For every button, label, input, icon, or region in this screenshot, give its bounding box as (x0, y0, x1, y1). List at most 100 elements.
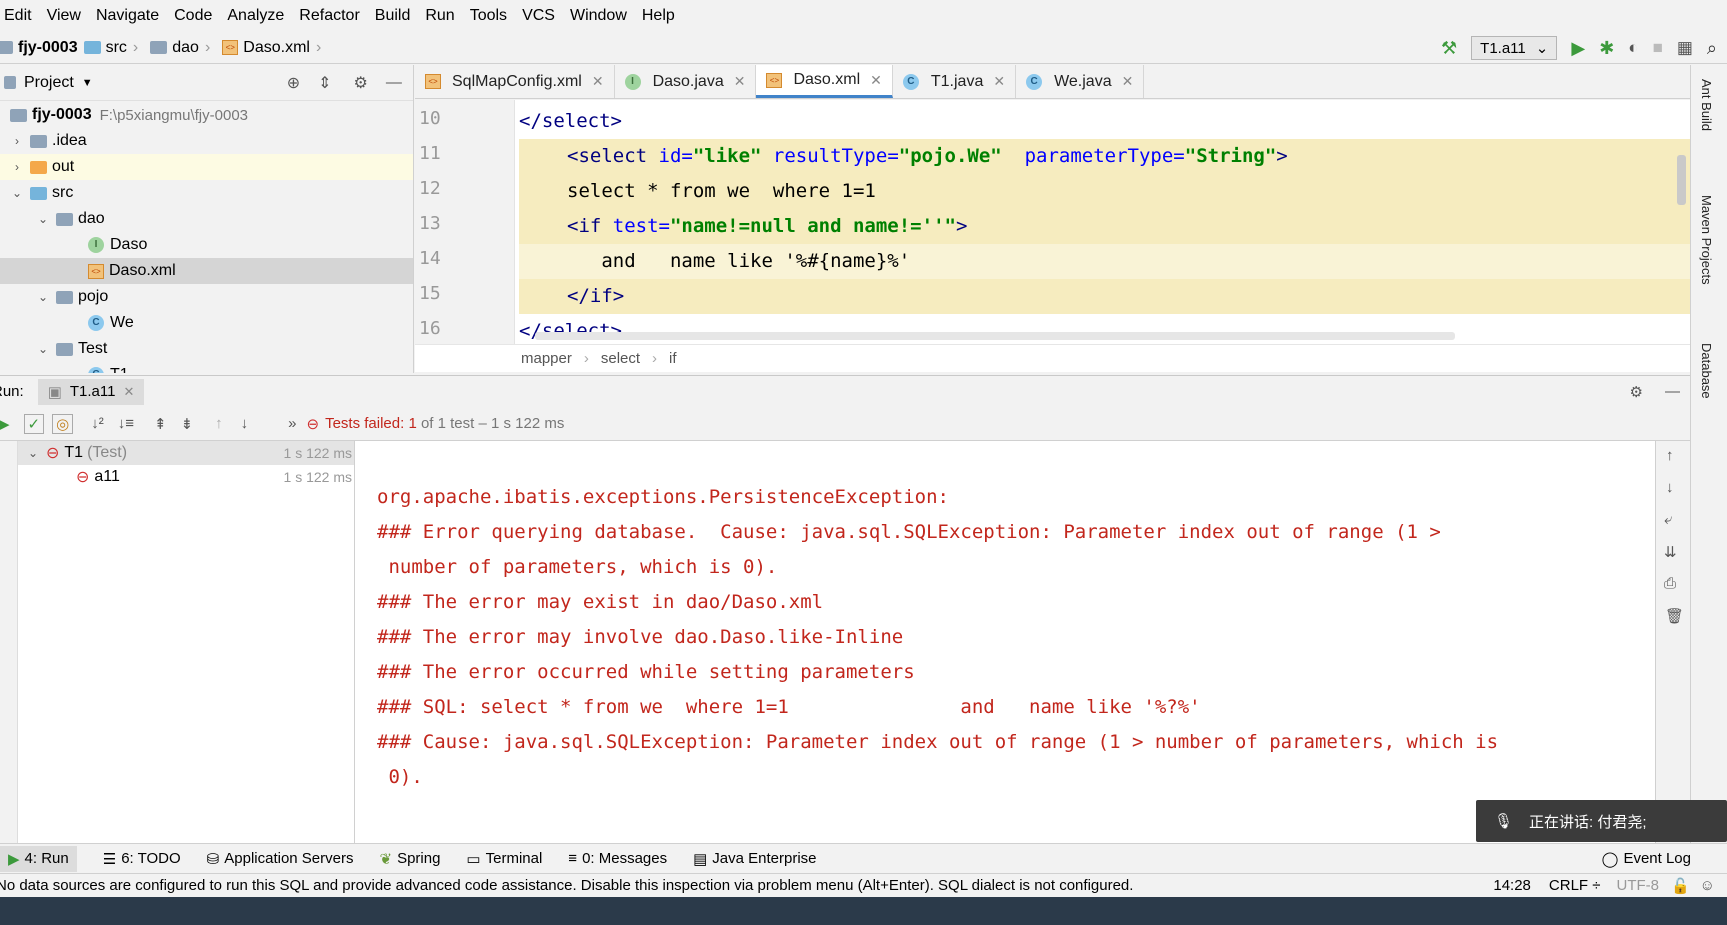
tab-sqlmapconfig[interactable]: <> SqlMapConfig.xml ✕ (415, 65, 615, 98)
breadcrumb-mapper[interactable]: mapper (521, 350, 572, 367)
menu-run[interactable]: Run (425, 7, 454, 25)
menu-help[interactable]: Help (642, 7, 675, 25)
tree-root[interactable]: fjy-0003 F:\p5xiangmu\fjy-0003 (0, 102, 413, 128)
menu-tools[interactable]: Tools (470, 7, 507, 25)
tree-item-daso[interactable]: I Daso (0, 232, 413, 258)
show-ignored-icon[interactable]: ◎ (52, 413, 74, 434)
database-tool[interactable]: Database (1699, 343, 1714, 399)
collapse-all-icon[interactable]: ⇕ (318, 73, 331, 93)
editor-scrollbar[interactable] (1677, 155, 1686, 205)
collapse-all-icon[interactable]: ⇟ (181, 415, 194, 433)
nav-crumb-dao[interactable]: dao (172, 39, 199, 57)
tree-item-we[interactable]: C We (0, 310, 413, 336)
inspector-icon[interactable]: ☺ (1700, 877, 1715, 894)
build-hammer-icon[interactable]: ⚒ (1441, 38, 1457, 59)
chevron-down-icon[interactable]: ⌄ (36, 212, 50, 226)
trash-icon[interactable]: 🗑 (1665, 607, 1684, 625)
chevron-down-icon[interactable]: ⌄ (26, 446, 40, 460)
search-icon[interactable]: ⌕ (1707, 38, 1717, 59)
expand-all-icon[interactable]: ⇞ (154, 415, 167, 433)
more-icon[interactable]: » (288, 415, 296, 432)
menu-refactor[interactable]: Refactor (299, 7, 359, 25)
minimize-icon[interactable]: — (1665, 383, 1680, 400)
rerun-icon[interactable]: ▶ (0, 415, 10, 433)
line-separator[interactable]: CRLF ÷ (1549, 877, 1601, 894)
run-tab[interactable]: ▣ T1.a11 ✕ (37, 378, 145, 405)
tree-item-src[interactable]: ⌄ src (0, 180, 413, 206)
arrow-down-icon[interactable]: ↓ (1666, 479, 1674, 496)
chevron-right-icon[interactable]: › (10, 160, 24, 174)
tree-item-daso-xml[interactable]: <> Daso.xml (0, 258, 413, 284)
print-icon[interactable]: ⎙ (1664, 575, 1676, 592)
tool-tab-app-servers[interactable]: ⛁ Application Servers (207, 850, 354, 868)
locate-icon[interactable]: ⊕ (287, 73, 300, 93)
nav-crumb-file[interactable]: Daso.xml (243, 39, 310, 57)
tree-item-dao[interactable]: ⌄ dao (0, 206, 413, 232)
caret-position[interactable]: 14:28 (1493, 877, 1531, 894)
scroll-to-end-icon[interactable]: ⇊ (1664, 543, 1677, 561)
code-editor[interactable]: 10 11 12 13 14 15 16 💡 </select> <select… (415, 100, 1690, 344)
tree-item-pojo[interactable]: ⌄ pojo (0, 284, 413, 310)
project-structure-icon[interactable]: ▦ (1677, 38, 1693, 58)
close-icon[interactable]: ✕ (592, 73, 604, 90)
tool-tab-run[interactable]: ▶ 4: Run (0, 845, 77, 872)
ant-build-tool[interactable]: Ant Build (1699, 79, 1714, 131)
lock-icon[interactable]: 🔓 (1671, 877, 1690, 895)
run-icon[interactable]: ▶ (1571, 38, 1585, 59)
coverage-icon[interactable]: ◐ (1628, 38, 1638, 58)
project-panel-title[interactable]: Project (24, 74, 74, 92)
tab-daso-java[interactable]: I Daso.java ✕ (615, 65, 757, 98)
tool-tab-spring[interactable]: ❦ Spring (379, 850, 440, 868)
horizontal-scrollbar[interactable] (535, 332, 1455, 340)
menu-edit[interactable]: Edit (4, 7, 32, 25)
test-row-a11[interactable]: ⊖ a11 1 s 122 ms (18, 465, 354, 489)
arrow-down-icon[interactable]: ↓ (241, 415, 249, 432)
menu-window[interactable]: Window (570, 7, 627, 25)
sort-duration-icon[interactable]: ↓≡ (118, 415, 134, 432)
chevron-right-icon[interactable]: › (10, 134, 24, 148)
run-configuration-select[interactable]: T1.a11 ⌄ (1471, 36, 1558, 60)
menu-code[interactable]: Code (174, 7, 212, 25)
soft-wrap-icon[interactable]: ⤶ (1664, 511, 1672, 528)
tool-tab-todo[interactable]: ☰ 6: TODO (103, 850, 181, 868)
debug-icon[interactable]: ✱ (1599, 38, 1614, 59)
menu-view[interactable]: View (47, 7, 81, 25)
chevron-down-icon[interactable]: ⌄ (10, 186, 24, 200)
tab-daso-xml[interactable]: <> Daso.xml ✕ (756, 65, 893, 98)
tool-tab-java-enterprise[interactable]: ▤ Java Enterprise (693, 850, 816, 868)
tree-item-idea[interactable]: › .idea (0, 128, 413, 154)
maven-projects-tool[interactable]: Maven Projects (1699, 195, 1714, 285)
arrow-up-icon[interactable]: ↑ (215, 415, 223, 432)
tree-item-out[interactable]: › out (0, 154, 413, 180)
file-encoding[interactable]: UTF-8 (1616, 877, 1659, 894)
console-output[interactable]: org.apache.ibatis.exceptions.Persistence… (355, 441, 1655, 843)
minimize-icon[interactable]: — (386, 74, 402, 92)
tool-tab-terminal[interactable]: ▭ Terminal (466, 850, 542, 868)
menu-build[interactable]: Build (375, 7, 411, 25)
chevron-down-icon[interactable]: ▼ (82, 77, 93, 89)
stop-icon[interactable]: ■ (1653, 38, 1663, 58)
close-icon[interactable]: ✕ (734, 73, 746, 90)
arrow-up-icon[interactable]: ↑ (1666, 447, 1674, 464)
tool-tab-event-log[interactable]: ◯ Event Log (1602, 850, 1691, 868)
chevron-down-icon[interactable]: ⌄ (36, 342, 50, 356)
breadcrumb-select[interactable]: select (601, 350, 640, 367)
status-message[interactable]: No data sources are configured to run th… (0, 877, 1133, 894)
tree-item-test[interactable]: ⌄ Test (0, 336, 413, 362)
gear-icon[interactable]: ⚙ (1630, 383, 1643, 401)
test-row-t1[interactable]: ⌄ ⊖ T1 (Test) 1 s 122 ms (18, 441, 354, 465)
show-passed-icon[interactable]: ✓ (23, 413, 45, 434)
menu-vcs[interactable]: VCS (522, 7, 555, 25)
nav-crumb-src[interactable]: src (106, 39, 127, 57)
menu-navigate[interactable]: Navigate (96, 7, 159, 25)
close-icon[interactable]: ✕ (870, 72, 882, 89)
gear-icon[interactable]: ⚙ (354, 73, 368, 93)
tool-tab-messages[interactable]: ≡ 0: Messages (568, 850, 667, 867)
menu-analyze[interactable]: Analyze (227, 7, 284, 25)
close-icon[interactable]: ✕ (123, 384, 134, 400)
nav-project[interactable]: fjy-0003 (18, 39, 78, 57)
close-icon[interactable]: ✕ (1122, 73, 1134, 90)
tab-we-java[interactable]: C We.java ✕ (1016, 65, 1145, 98)
breadcrumb-if[interactable]: if (669, 350, 677, 367)
chevron-down-icon[interactable]: ⌄ (36, 290, 50, 304)
